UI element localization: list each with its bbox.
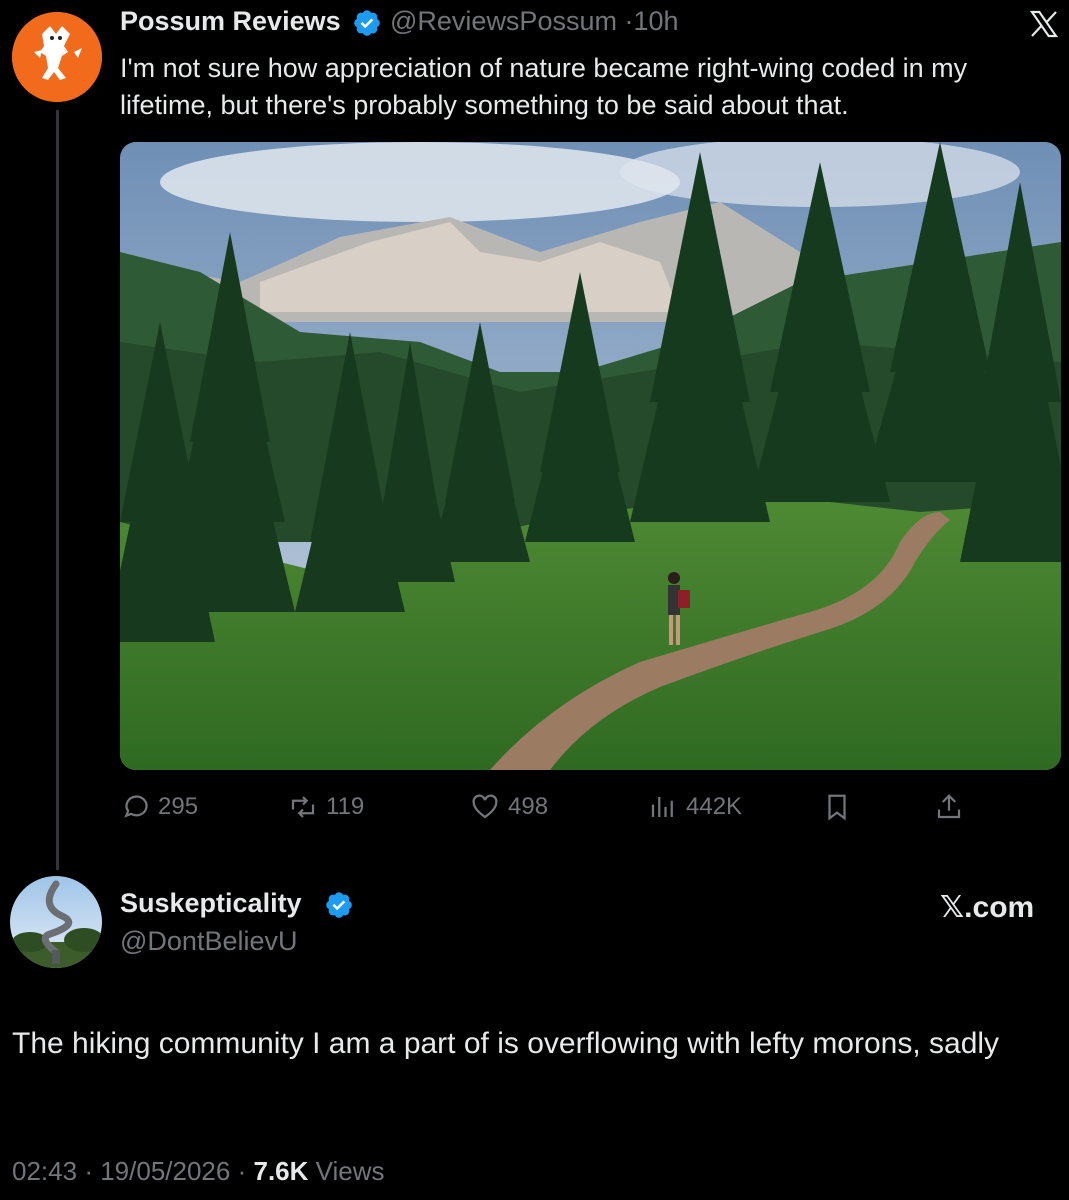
author-name[interactable]: Possum Reviews [120, 6, 341, 37]
repost-button[interactable]: 119 [288, 790, 364, 824]
like-count: 498 [508, 793, 549, 820]
possum-logo-icon [12, 12, 102, 102]
verified-badge-icon [354, 10, 380, 36]
share-button[interactable] [934, 790, 972, 824]
author-handle-and-time[interactable]: @ReviewsPossum ·10h [390, 6, 679, 37]
tweet-metadata: 02:43 · 19/05/2026 · 7.6K Views [12, 1156, 385, 1187]
like-button[interactable]: 498 [470, 790, 548, 824]
repost-count: 119 [326, 793, 365, 820]
reply-button[interactable]: 295 [120, 790, 198, 824]
tweet-text: I'm not sure how appreciation of nature … [120, 53, 968, 120]
tweet-time[interactable]: 02:43 [12, 1156, 77, 1186]
views-label: Views [315, 1156, 385, 1186]
author-handle[interactable]: @ReviewsPossum [390, 6, 617, 36]
reply-icon [124, 795, 148, 818]
repost-icon [291, 796, 315, 818]
avatar-possum-reviews[interactable] [12, 12, 102, 102]
time-ago[interactable]: 10h [633, 6, 678, 36]
bookmark-icon [828, 794, 846, 821]
author-handle[interactable]: @DontBelievU [120, 926, 297, 957]
views-count: 442K [686, 793, 743, 820]
reply-count: 295 [158, 793, 199, 820]
sculpture-avatar-icon [10, 876, 102, 968]
bookmark-button[interactable] [822, 790, 860, 824]
avatar-suskepticality[interactable] [10, 876, 102, 968]
tweet-image-hiking-trail[interactable] [120, 142, 1061, 770]
views-button[interactable]: 442K [648, 790, 742, 824]
tweet-text: The hiking community I am a part of is o… [12, 1027, 1000, 1060]
x-logo-icon[interactable] [1028, 8, 1060, 40]
separator-dot: · [84, 1156, 93, 1186]
x-com-brand-label: 𝕏.com [940, 891, 1035, 924]
separator-dot: · [237, 1156, 247, 1186]
author-name[interactable]: Suskepticality [120, 888, 302, 919]
hiking-trail-photo-icon [120, 142, 1061, 770]
heart-icon [472, 794, 498, 819]
verified-badge-icon [326, 892, 352, 918]
analytics-icon [651, 797, 673, 817]
share-icon [937, 794, 961, 819]
views-count: 7.6K [253, 1156, 309, 1186]
tweet-date[interactable]: 19/05/2026 [100, 1156, 230, 1186]
thread-connector-line [56, 110, 59, 870]
